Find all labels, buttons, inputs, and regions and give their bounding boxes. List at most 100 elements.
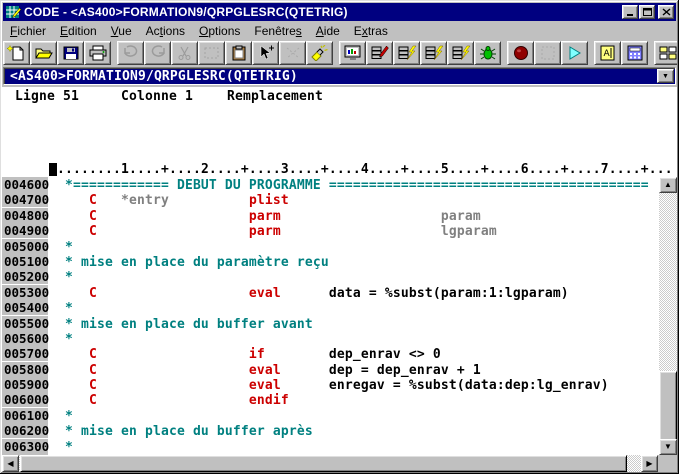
- code-lines: 004600 *============ DEBUT DU PROGRAMME …: [2, 177, 677, 455]
- code-line[interactable]: 005800 C eval dep = dep_enrav + 1: [2, 362, 677, 377]
- svg-text:A: A: [603, 49, 610, 59]
- scrollbar-corner: [658, 455, 677, 472]
- new-file-button[interactable]: [3, 41, 30, 65]
- print-button[interactable]: [84, 41, 111, 65]
- compile-button[interactable]: [420, 41, 447, 65]
- line-sequence-number: 005700: [2, 346, 48, 361]
- scroll-down-button[interactable]: ▼: [659, 439, 677, 455]
- menu-options[interactable]: Options: [192, 23, 247, 39]
- folder-open-icon: [34, 45, 54, 61]
- select-button[interactable]: [252, 41, 279, 65]
- menu-aide[interactable]: Aide: [309, 23, 347, 39]
- minimize-button[interactable]: [622, 5, 638, 19]
- code-line[interactable]: 005000 *: [2, 239, 677, 254]
- code-line[interactable]: 004800 C parm param: [2, 208, 677, 223]
- code-line[interactable]: 005300 C eval data = %subst(param:1:lgpa…: [2, 285, 677, 300]
- code-line-text: C eval enregav = %subst(data:dep:lg_enra…: [49, 378, 609, 393]
- line-sequence-number: 005300: [2, 285, 48, 300]
- find-button[interactable]: [306, 41, 333, 65]
- vertical-scrollbar[interactable]: ▲ ▼: [659, 177, 677, 455]
- line-sequence-number: 005900: [2, 377, 48, 392]
- code-line[interactable]: 005700 C if dep_enrav <> 0: [2, 346, 677, 361]
- properties-button[interactable]: [621, 41, 648, 65]
- line-sequence-number: 004800: [2, 208, 48, 223]
- code-line[interactable]: 004600 *============ DEBUT DU PROGRAMME …: [2, 177, 677, 192]
- select-icon: [256, 45, 276, 61]
- record-button[interactable]: [507, 41, 534, 65]
- app-icon: [5, 4, 21, 20]
- maximize-button[interactable]: [639, 5, 655, 19]
- redo-button: [144, 41, 171, 65]
- code-line[interactable]: 006200 * mise en place du buffer après: [2, 423, 677, 438]
- line-sequence-number: 005500: [2, 316, 48, 331]
- scroll-up-button[interactable]: ▲: [659, 177, 677, 193]
- line-sequence-number: 006200: [2, 423, 48, 438]
- triangle-up-icon: ▲: [664, 181, 672, 189]
- menu-fentres[interactable]: Fenêtres: [247, 23, 308, 39]
- menu-vue[interactable]: Vue: [104, 23, 139, 39]
- scroll-left-button[interactable]: ◀: [2, 455, 19, 472]
- debug-icon: [478, 45, 498, 61]
- toolbar: A: [2, 39, 677, 66]
- code-line[interactable]: 006300 *: [2, 439, 677, 454]
- code-line-text: C eval data = %subst(param:1:lgparam): [49, 286, 569, 301]
- text-cursor: [49, 163, 57, 176]
- line-sequence-number: 005200: [2, 269, 48, 284]
- code-line[interactable]: 005900 C eval enregav = %subst(data:dep:…: [2, 377, 677, 392]
- code-line[interactable]: 006100 *: [2, 408, 677, 423]
- stop-button: [534, 41, 561, 65]
- status-insert-mode: Remplacement: [227, 89, 323, 104]
- menu-edition[interactable]: Edition: [53, 23, 104, 39]
- column-ruler: ........1....+....2....+....3....+....4.…: [2, 162, 677, 177]
- undo-button: [117, 41, 144, 65]
- code-line[interactable]: 006000 C endif: [2, 392, 677, 407]
- horizontal-scroll-thumb[interactable]: [20, 455, 627, 472]
- line-sequence-number: 004700: [2, 192, 48, 207]
- run-icon: [565, 45, 585, 61]
- paste-button[interactable]: [225, 41, 252, 65]
- compile-submit-button[interactable]: [447, 41, 474, 65]
- open-file-button[interactable]: [30, 41, 57, 65]
- mark-button: [198, 41, 225, 65]
- combo-dropdown-button[interactable]: ▼: [657, 69, 674, 83]
- code-line[interactable]: 005400 *: [2, 300, 677, 315]
- compile-icon: [424, 45, 444, 61]
- close-button[interactable]: [658, 5, 674, 19]
- code-line[interactable]: 005200 *: [2, 269, 677, 284]
- horizontal-scrollbar[interactable]: ◀ ▶: [2, 455, 677, 472]
- code-line-text: * mise en place du paramètre reçu: [49, 255, 329, 270]
- document-selector-value: <AS400>FORMATION9/QRPGLESRC(QTETRIG): [10, 69, 298, 84]
- code-line[interactable]: 005500 * mise en place du buffer avant: [2, 316, 677, 331]
- lpex-monitor-button[interactable]: [339, 41, 366, 65]
- scroll-right-button[interactable]: ▶: [641, 455, 658, 472]
- status-column-number: Colonne 1: [121, 89, 193, 104]
- code-editor[interactable]: 004600 *============ DEBUT DU PROGRAMME …: [2, 177, 677, 455]
- save-button[interactable]: [57, 41, 84, 65]
- code-line[interactable]: 005100 * mise en place du paramètre reçu: [2, 254, 677, 269]
- cut-button: [171, 41, 198, 65]
- code-line[interactable]: 004900 C parm lgparam: [2, 223, 677, 238]
- code-line-text: *: [49, 270, 73, 285]
- compile-check-button[interactable]: [393, 41, 420, 65]
- find-icon: [310, 45, 330, 61]
- code-line[interactable]: 004700 C *entry plist: [2, 192, 677, 207]
- save-icon: [61, 45, 81, 61]
- line-sequence-number: 004600: [2, 177, 48, 192]
- menu-actions[interactable]: Actions: [139, 23, 192, 39]
- editor-client-area: Ligne 51 Colonne 1 Remplacement ........…: [2, 87, 677, 455]
- verify-icon: [370, 45, 390, 61]
- code-line-text: *: [49, 440, 73, 455]
- menu-extras[interactable]: Extras: [347, 23, 395, 39]
- document-combo-row: <AS400>FORMATION9/QRPGLESRC(QTETRIG) ▼: [2, 66, 677, 87]
- menu-fichier[interactable]: Fichier: [3, 23, 53, 39]
- run-button[interactable]: [561, 41, 588, 65]
- code-line[interactable]: 005600 *: [2, 331, 677, 346]
- title-bar[interactable]: CODE - <AS400>FORMATION9/QRPGLESRC(QTETR…: [3, 3, 676, 21]
- tile-windows-button[interactable]: [654, 41, 677, 65]
- document-selector[interactable]: <AS400>FORMATION9/QRPGLESRC(QTETRIG) ▼: [3, 67, 676, 85]
- status-line-number: Ligne 51: [15, 89, 79, 104]
- verify-button[interactable]: [366, 41, 393, 65]
- editor-profile-button[interactable]: A: [594, 41, 621, 65]
- chevron-down-icon: ▼: [662, 73, 669, 80]
- debug-button[interactable]: [474, 41, 501, 65]
